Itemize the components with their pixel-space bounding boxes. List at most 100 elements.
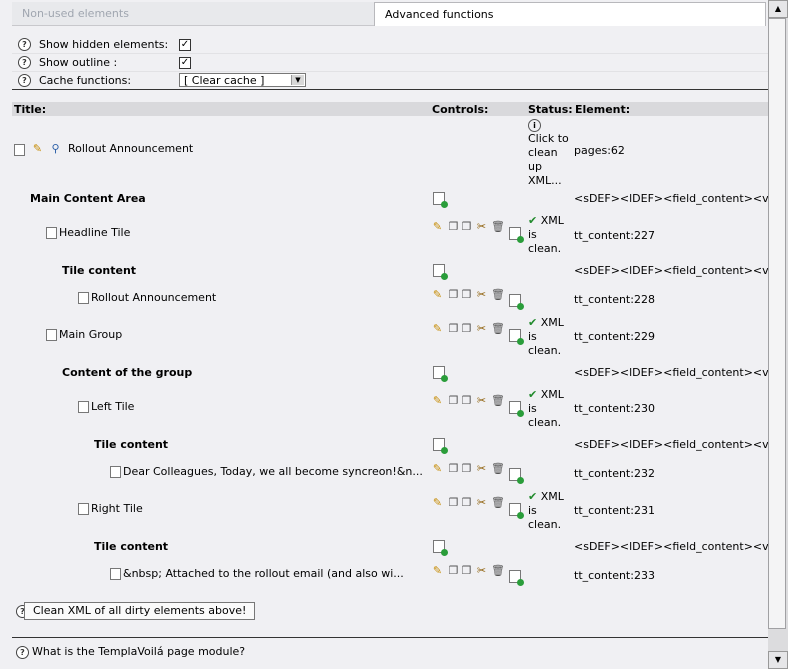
trash-icon[interactable]: 🗑: [491, 564, 505, 577]
table-row: Tile content <sDEF><lDEF><field_content>…: [12, 264, 768, 284]
copy-icon[interactable]: ❐: [460, 288, 473, 301]
row-title[interactable]: Main Group: [46, 328, 122, 341]
scroll-up-icon[interactable]: ▲: [768, 0, 788, 18]
scroll-thumb[interactable]: [768, 18, 786, 629]
pencil-icon[interactable]: ✎: [31, 142, 44, 155]
new-record-icon[interactable]: [509, 468, 524, 484]
divider: [12, 637, 768, 638]
table-row: Tile content <sDEF><lDEF><field_content>…: [12, 438, 768, 458]
copy-icon[interactable]: ❐: [460, 496, 473, 509]
row-title[interactable]: Headline Tile: [46, 226, 130, 239]
new-record-icon[interactable]: [433, 540, 448, 556]
status-cell: ✔ XML is clean.: [528, 316, 572, 358]
trash-icon[interactable]: 🗑: [491, 322, 505, 335]
trash-icon[interactable]: 🗑: [491, 288, 505, 301]
chevron-down-icon[interactable]: ▼: [291, 75, 304, 85]
row-title: Tile content: [94, 438, 169, 451]
element-ref: <sDEF><lDEF><field_content><vDEF>: [574, 192, 768, 205]
row-title[interactable]: Dear Colleagues, Today, we all become sy…: [110, 465, 423, 478]
scissors-icon[interactable]: ✂: [475, 496, 488, 509]
scissors-icon[interactable]: ✂: [475, 288, 488, 301]
page-row: ✎ ⚲ Rollout Announcement i Click to clea…: [12, 118, 768, 187]
table-row: Rollout Announcement ✎ ❐ ❐ ✂ 🗑 tt_conten…: [12, 286, 768, 310]
trash-icon[interactable]: 🗑: [491, 220, 505, 233]
divider: [12, 89, 768, 90]
vertical-scrollbar[interactable]: ▲ ▼: [768, 0, 788, 669]
cleanup-link[interactable]: Click to clean up XML...: [528, 132, 569, 187]
element-ref: tt_content:231: [574, 504, 655, 517]
pencil-icon[interactable]: ✎: [431, 394, 444, 407]
help-icon[interactable]: ?: [18, 74, 31, 87]
pencil-icon[interactable]: ✎: [431, 288, 444, 301]
copy-icon[interactable]: ❐: [460, 220, 473, 233]
table-row: Dear Colleagues, Today, we all become sy…: [12, 460, 768, 484]
row-title: Tile content: [94, 540, 169, 553]
clean-xml-button[interactable]: Clean XML of all dirty elements above!: [24, 602, 256, 620]
copy-icon[interactable]: ❐: [460, 564, 473, 577]
copy-icon[interactable]: ❐: [460, 462, 473, 475]
copy-icon[interactable]: ❐: [447, 220, 460, 233]
help-icon[interactable]: ?: [16, 646, 29, 659]
show-outline-checkbox[interactable]: ✓: [179, 57, 191, 69]
element-ref: pages:62: [574, 144, 625, 157]
copy-icon[interactable]: ❐: [460, 394, 473, 407]
tab-advanced-functions[interactable]: Advanced functions: [374, 2, 766, 26]
footer-help-link[interactable]: What is the TemplaVoilá page module?: [32, 645, 245, 658]
copy-icon[interactable]: ❐: [447, 462, 460, 475]
new-record-icon[interactable]: [433, 438, 448, 454]
new-record-icon[interactable]: [509, 401, 524, 417]
document-icon: [46, 329, 57, 341]
tab-non-used-elements[interactable]: Non-used elements: [12, 2, 374, 26]
header-status: Status:: [528, 103, 573, 116]
trash-icon[interactable]: 🗑: [491, 462, 505, 475]
status-cell: ✔ XML is clean.: [528, 214, 572, 256]
cache-select-value: [ Clear cache ]: [184, 74, 265, 87]
scissors-icon[interactable]: ✂: [475, 220, 488, 233]
pencil-icon[interactable]: ✎: [431, 220, 444, 233]
copy-icon[interactable]: ❐: [447, 288, 460, 301]
trash-icon[interactable]: 🗑: [491, 394, 505, 407]
new-record-icon[interactable]: [433, 366, 448, 382]
show-hidden-checkbox[interactable]: ✓: [179, 39, 191, 51]
scroll-down-icon[interactable]: ▼: [768, 651, 788, 669]
row-title: Main Content Area: [30, 192, 146, 205]
help-icon[interactable]: ?: [18, 38, 31, 51]
pencil-icon[interactable]: ✎: [431, 496, 444, 509]
scissors-icon[interactable]: ✂: [475, 564, 488, 577]
cache-select[interactable]: [ Clear cache ] ▼: [179, 73, 306, 87]
trash-icon[interactable]: 🗑: [491, 496, 505, 509]
magnifier-icon[interactable]: ⚲: [49, 142, 62, 155]
document-icon: [78, 503, 89, 515]
new-record-icon[interactable]: [509, 503, 524, 519]
new-record-icon[interactable]: [509, 227, 524, 243]
pencil-icon[interactable]: ✎: [431, 462, 444, 475]
scissors-icon[interactable]: ✂: [475, 462, 488, 475]
scissors-icon[interactable]: ✂: [475, 394, 488, 407]
pencil-icon[interactable]: ✎: [431, 564, 444, 577]
new-record-icon[interactable]: [433, 264, 448, 280]
element-ref: tt_content:232: [574, 467, 655, 480]
help-icon[interactable]: ?: [18, 56, 31, 69]
row-title[interactable]: &nbsp; Attached to the rollout email (an…: [110, 567, 404, 580]
copy-icon[interactable]: ❐: [447, 322, 460, 335]
new-record-icon[interactable]: [433, 192, 448, 208]
new-record-icon[interactable]: [509, 570, 524, 586]
row-title[interactable]: Left Tile: [78, 400, 134, 413]
new-record-icon[interactable]: [509, 329, 524, 345]
copy-icon[interactable]: ❐: [447, 496, 460, 509]
row-title[interactable]: Rollout Announcement: [78, 291, 216, 304]
new-record-icon[interactable]: [509, 294, 524, 310]
copy-icon[interactable]: ❐: [460, 322, 473, 335]
header-controls: Controls:: [432, 103, 489, 116]
element-ref: <sDEF><lDEF><field_content><vDEF>: [574, 540, 768, 553]
copy-icon[interactable]: ❐: [447, 564, 460, 577]
table-row: Left Tile ✎ ❐ ❐ ✂ 🗑 ✔ XML is clean. tt_c…: [12, 388, 768, 432]
row-title[interactable]: Right Tile: [78, 502, 143, 515]
scissors-icon[interactable]: ✂: [475, 322, 488, 335]
page-title[interactable]: Rollout Announcement: [68, 142, 193, 155]
table-row: Main Content Area <sDEF><lDEF><field_con…: [12, 192, 768, 212]
table-row: Content of the group <sDEF><lDEF><field_…: [12, 366, 768, 386]
copy-icon[interactable]: ❐: [447, 394, 460, 407]
pencil-icon[interactable]: ✎: [431, 322, 444, 335]
element-ref: <sDEF><lDEF><field_content><vDEF>: [574, 366, 768, 379]
